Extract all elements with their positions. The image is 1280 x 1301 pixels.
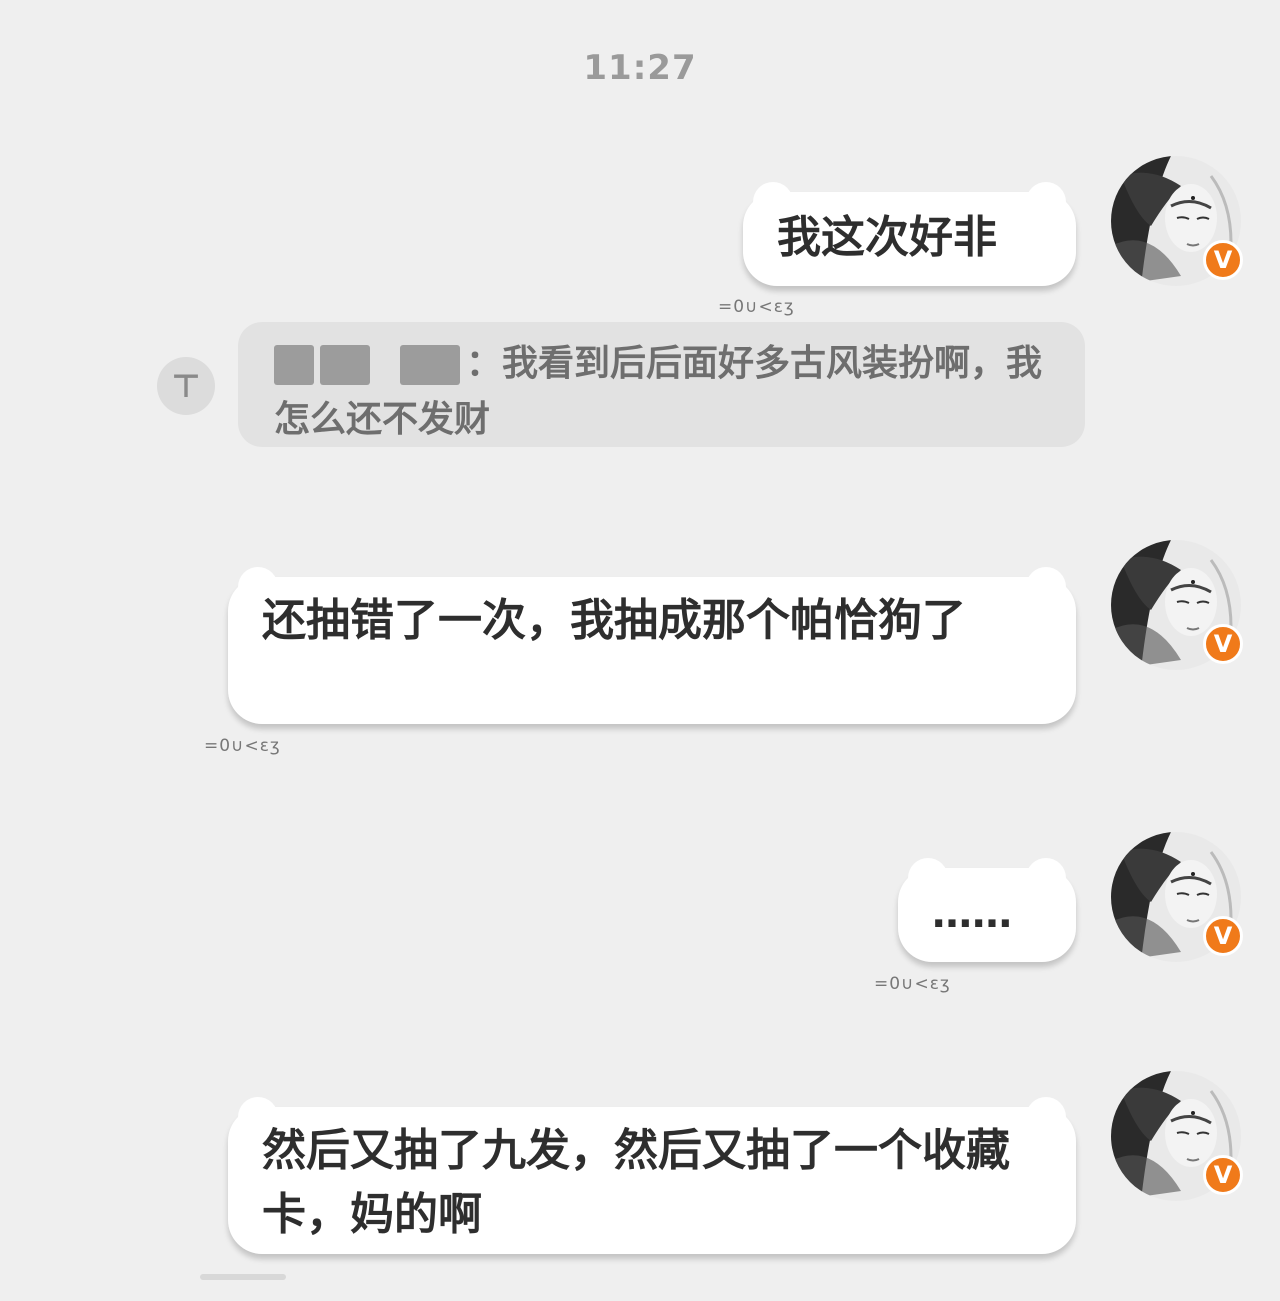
message-bubble[interactable]: 我这次好非 bbox=[743, 182, 1076, 286]
message-kaomoji: =0∪<εʒ bbox=[718, 297, 795, 317]
verified-badge: V bbox=[1203, 916, 1243, 956]
message-bubble[interactable]: 还抽错了一次，我抽成那个帕恰狗了 bbox=[228, 567, 1076, 724]
redacted-block bbox=[400, 345, 460, 385]
message-text: …… bbox=[932, 891, 1012, 937]
avatar[interactable]: V bbox=[1111, 540, 1243, 670]
redacted-block bbox=[320, 345, 370, 385]
redacted-block bbox=[274, 345, 314, 385]
message-kaomoji: =0∪<εʒ bbox=[874, 974, 951, 994]
chat-timestamp: 11:27 bbox=[583, 48, 697, 88]
avatar[interactable]: V bbox=[1111, 1071, 1243, 1201]
arrow-up-to-top-icon[interactable]: ⊤ bbox=[157, 357, 215, 415]
message-text: 然后又抽了九发，然后又抽了一个收藏卡，妈的啊 bbox=[262, 1125, 1010, 1240]
avatar[interactable]: V bbox=[1111, 832, 1243, 962]
quoted-message[interactable]: ：我看到后后面好多古风装扮啊，我怎么还不发财 bbox=[238, 322, 1085, 447]
message-bubble[interactable]: …… bbox=[898, 858, 1076, 962]
verified-badge: V bbox=[1203, 240, 1243, 280]
message-text: 还抽错了一次，我抽成那个帕恰狗了 bbox=[262, 595, 966, 646]
verified-badge: V bbox=[1203, 624, 1243, 664]
verified-badge: V bbox=[1203, 1155, 1243, 1195]
message-bubble[interactable]: 然后又抽了九发，然后又抽了一个收藏卡，妈的啊 bbox=[228, 1097, 1076, 1254]
avatar[interactable]: V bbox=[1111, 156, 1243, 286]
message-kaomoji: =0∪<εʒ bbox=[204, 736, 281, 756]
quoted-message-text: ：我看到后后面好多古风装扮啊，我怎么还不发财 bbox=[274, 343, 1043, 440]
scroll-indicator bbox=[200, 1274, 286, 1280]
message-text: 我这次好非 bbox=[777, 212, 997, 263]
